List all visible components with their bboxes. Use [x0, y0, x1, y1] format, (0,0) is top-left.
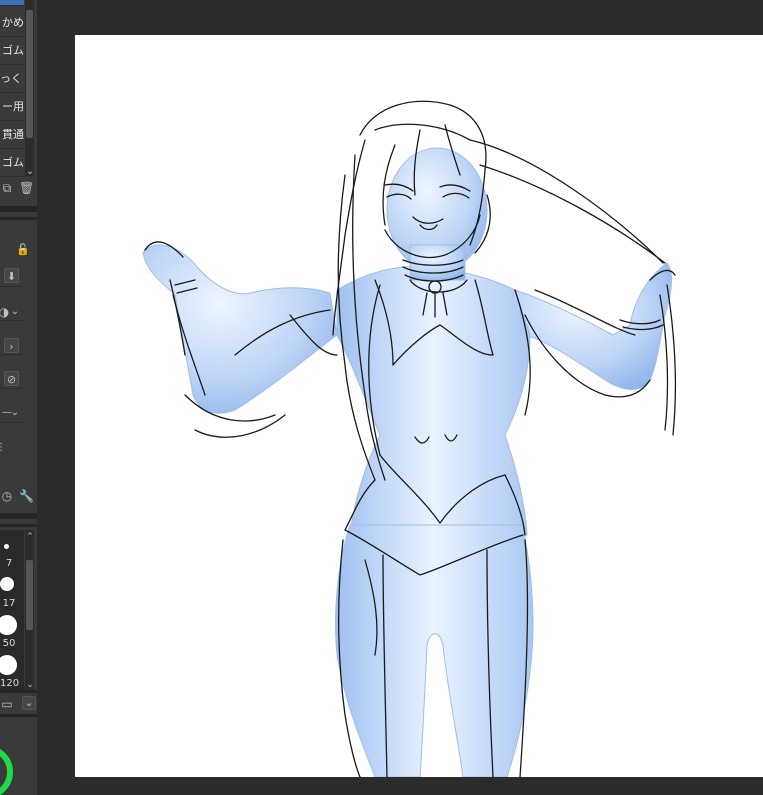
subtool-item[interactable]: 貫通 [0, 121, 24, 149]
trash-icon[interactable]: 🗑 [19, 181, 34, 195]
brush-dot [0, 615, 17, 635]
brush-size-scrollbar[interactable] [25, 530, 34, 690]
chevron-down-icon[interactable]: ⌄ [22, 696, 36, 710]
lock-icon[interactable]: 🔓 [16, 243, 30, 257]
copy-subtool-icon[interactable]: ⧉ [0, 181, 14, 195]
reference-3d-figure [142, 147, 672, 777]
panel-divider [0, 217, 37, 220]
brush-size-option[interactable]: 17 [0, 570, 24, 611]
left-tool-panel: かめ ゴム っくり ー用 貫通 ゴム ⌄ ⧉ 🗑 🔓 ⬇ ◑ ⌄ › ⊘ — ⌄… [0, 0, 37, 795]
panel-divider [0, 690, 37, 693]
panel-divider [0, 513, 37, 519]
panel-divider [0, 714, 37, 717]
chevron-down-icon[interactable]: ⌄ [23, 165, 37, 179]
brush-size-option[interactable]: 120 [0, 650, 24, 691]
brush-size-option[interactable]: 50 [0, 610, 24, 651]
wrench-icon[interactable]: 🔧 [19, 489, 34, 503]
brush-size-label: 17 [2, 598, 16, 609]
brush-dot [0, 577, 14, 591]
brush-size-label: 120 [0, 678, 20, 689]
chevron-right-icon[interactable]: › [4, 338, 19, 353]
brush-size-label: 7 [5, 558, 13, 569]
chevron-down-icon[interactable]: ⌄ [8, 406, 22, 420]
brush-size-option[interactable]: 7 [0, 530, 24, 571]
subtool-item[interactable]: っくり [0, 65, 24, 93]
brush-dot [4, 544, 9, 549]
brush-size-label: 50 [2, 638, 16, 649]
download-icon[interactable]: ⬇ [4, 268, 19, 283]
color-wheel-ring[interactable] [0, 748, 13, 795]
subtool-item[interactable]: ゴム [0, 37, 24, 65]
chevron-down-icon[interactable]: ⌄ [8, 305, 22, 319]
no-entry-icon[interactable]: ⊘ [4, 371, 19, 386]
stabilizer-icon[interactable]: ◷ [0, 489, 14, 503]
color-wheel[interactable] [0, 720, 37, 795]
brush-dot [0, 655, 17, 675]
panel-divider [0, 524, 37, 527]
subtool-item[interactable]: ー用 [0, 93, 24, 121]
artwork [142, 100, 677, 777]
panel-divider [0, 206, 37, 212]
options-icon: ⋮ [0, 442, 6, 453]
drawing-canvas[interactable] [75, 35, 763, 777]
subtool-item[interactable]: かめ [0, 9, 24, 37]
chevron-up-icon[interactable]: ⌃ [23, 530, 37, 544]
canvas-workspace [37, 0, 763, 795]
subtool-scrollbar[interactable] [25, 0, 34, 176]
subtool-item[interactable]: ゴム [0, 149, 24, 177]
subtool-item-selected[interactable] [0, 0, 24, 6]
scrollbar-thumb[interactable] [26, 560, 33, 630]
scrollbar-thumb[interactable] [26, 10, 33, 138]
palette-icon[interactable]: ▭ [0, 697, 14, 711]
